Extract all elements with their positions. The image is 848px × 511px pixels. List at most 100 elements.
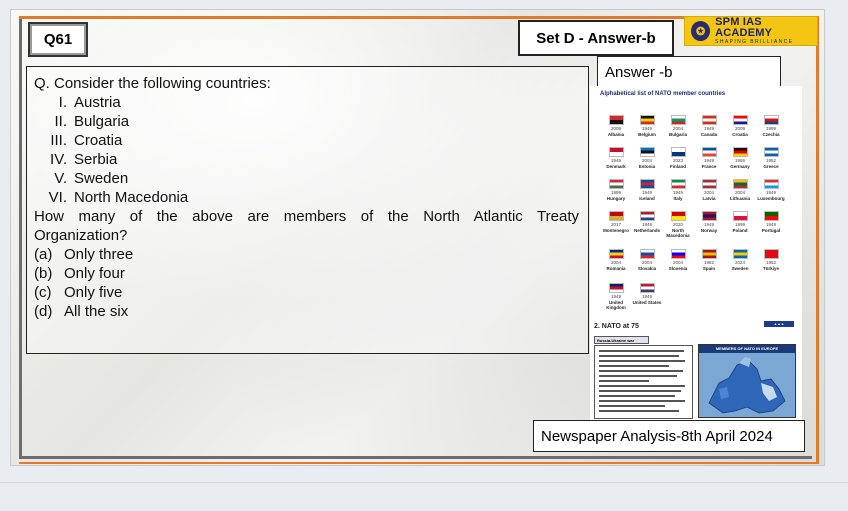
flag-year: 2009 [734, 126, 745, 131]
flag-country-name: Hungary [606, 196, 626, 201]
flag-icon [640, 115, 655, 125]
flag-country-name: Estonia [638, 164, 656, 169]
flag-icon [671, 179, 686, 189]
flag-year: 1999 [610, 190, 621, 195]
question-intro: Q. Consider the following countries: [34, 75, 271, 92]
question-box: Q. Consider the following countries: I. A… [26, 66, 589, 354]
nato-list-title: Alphabetical list of NATO member countri… [600, 91, 726, 97]
flag-icon [764, 115, 779, 125]
flag-country-name: Slovakia [637, 266, 657, 271]
flag-country-name: North Macedonia [666, 228, 690, 238]
flag-year: 1949 [641, 222, 652, 227]
academy-logo: ✪ SPM IAS ACADEMY SHAPING BRILLIANCE [684, 16, 818, 46]
set-answer-label: Set D - Answer-b [518, 20, 674, 56]
flag-country-name: Türkiye [762, 266, 779, 271]
flag-year: 1949 [610, 158, 621, 163]
flag-country-name: Italy [673, 196, 683, 201]
europe-map-icon [708, 357, 786, 414]
flag-year: 2004 [734, 190, 745, 195]
answer-box: Answer -b [597, 56, 781, 88]
flag-country-name: Norway [700, 228, 718, 233]
nato-at-75-image: 2. NATO at 75 ▲▲▲ Russia-Ukraine war MEM… [590, 319, 802, 420]
flag-country-name: Germany [730, 164, 750, 169]
flag-country-name: Spain [702, 266, 716, 271]
flag-icon [609, 249, 624, 259]
flag-year: 1982 [703, 260, 714, 265]
flag-year: 2004 [641, 260, 652, 265]
flag-year: 1949 [641, 294, 652, 299]
flag-icon [609, 147, 624, 157]
country-item: I. Austria [58, 94, 121, 111]
flag-year: 2004 [610, 260, 621, 265]
option-a: (a) Only three [34, 246, 134, 263]
country-item: III. Croatia [50, 132, 123, 149]
option-b: (b) Only four [34, 265, 125, 282]
flag-country-name: Denmark [606, 164, 626, 169]
flag-year: 2009 [610, 126, 621, 131]
flag-country-name: Bulgaria [668, 132, 687, 137]
flag-year: 2023 [672, 158, 683, 163]
flag-year: 2020 [672, 222, 683, 227]
flag-country-name: Finland [670, 164, 686, 169]
flag-country-name: Albania [607, 132, 625, 137]
flag-icon [609, 283, 624, 293]
nato75-text-block [594, 345, 693, 419]
nato75-title: 2. NATO at 75 [594, 323, 639, 330]
flag-country-name: France [701, 164, 717, 169]
flag-year: 1949 [703, 158, 714, 163]
flag-country-name: Croatia [732, 132, 748, 137]
newspaper-analysis-label: Newspaper Analysis-8th April 2024 [533, 420, 805, 452]
flag-icon [671, 211, 686, 221]
flag-icon [609, 211, 624, 221]
flag-year: 1949 [703, 126, 714, 131]
flag-year: 2017 [610, 222, 621, 227]
flag-country-name: United Kingdom [606, 300, 626, 310]
flag-country-name: Lithuania [730, 196, 750, 201]
flag-icon [764, 147, 779, 157]
country-item: VI. North Macedonia [48, 189, 189, 206]
flag-year: 1949 [765, 190, 776, 195]
logo-tagline: SHAPING BRILLIANCE [715, 39, 794, 45]
flag-icon [733, 115, 748, 125]
option-c: (c) Only five [34, 284, 123, 301]
flag-icon [671, 115, 686, 125]
flag-icon [640, 249, 655, 259]
option-d: (d) All the six [34, 303, 129, 320]
flag-country-name: Luxembourg [757, 196, 785, 201]
flag-icon [640, 179, 655, 189]
flag-year: 1952 [765, 260, 776, 265]
logo-emblem-icon: ✪ [691, 21, 711, 41]
flag-country-name: Canada [700, 132, 718, 137]
flag-icon [733, 179, 748, 189]
flag-country-name: Slovenia [668, 266, 688, 271]
nato-members-image: Alphabetical list of NATO member countri… [590, 86, 802, 319]
flag-year: 2004 [703, 190, 714, 195]
nato-europe-map: MEMBERS OF NATO IN EUROPE [698, 344, 796, 418]
flag-icon [764, 179, 779, 189]
flag-country-name: Belgium [638, 132, 656, 137]
bottom-strip [0, 482, 848, 511]
country-list: I. Austria II. Bulgaria III. Croatia IV. Ser… [34, 93, 579, 207]
nato-map-title: MEMBERS OF NATO IN EUROPE [699, 345, 795, 353]
flag-year: 1949 [610, 294, 621, 299]
flag-country-name: Greece [763, 164, 779, 169]
question-number: Q61 [28, 22, 88, 57]
flag-icon [702, 115, 717, 125]
flag-year: 1949 [765, 222, 776, 227]
flag-country-name: Latvia [702, 196, 716, 201]
flag-icon [640, 211, 655, 221]
country-item: II. Bulgaria [54, 113, 130, 130]
question-stem: How many of the above are members of the… [34, 208, 579, 225]
flag-year: 1949 [703, 222, 714, 227]
flag-country-name: Portugal [761, 228, 781, 233]
flag-year: 2004 [672, 126, 683, 131]
flag-icon [702, 179, 717, 189]
nato75-subheading: Russia-Ukraine war [594, 336, 649, 344]
flag-country-name: Romania [606, 266, 626, 271]
flag-icon [764, 211, 779, 221]
flag-country-name: Montenegro [603, 228, 629, 233]
flag-year: 1952 [765, 158, 776, 163]
flag-icon [702, 249, 717, 259]
flag-year: 2004 [672, 260, 683, 265]
flag-icon [640, 147, 655, 157]
